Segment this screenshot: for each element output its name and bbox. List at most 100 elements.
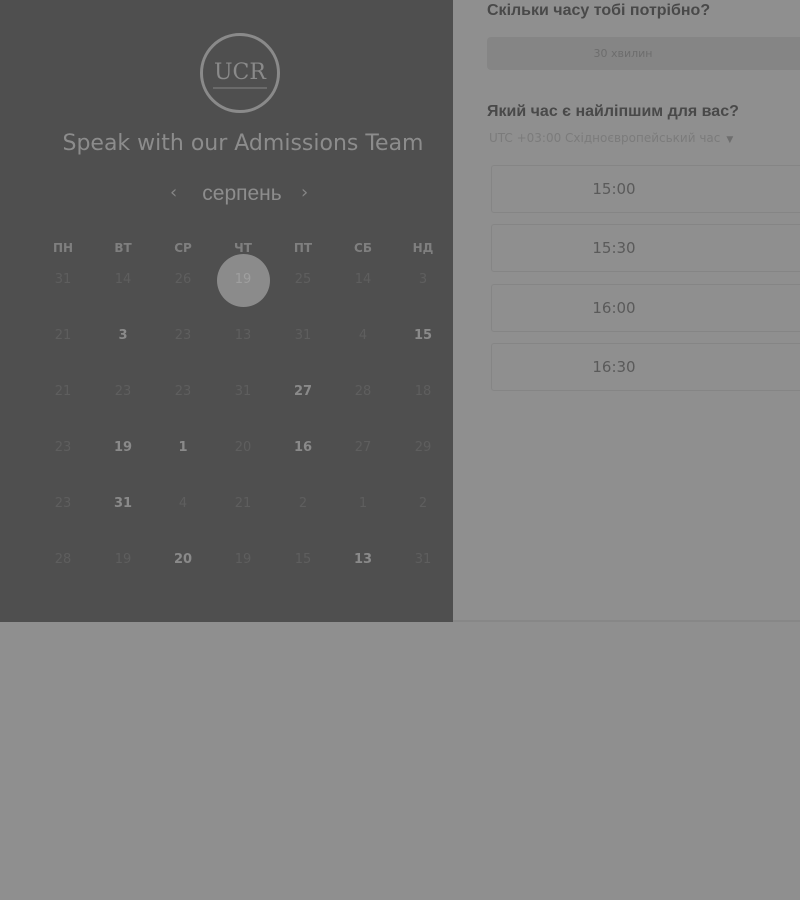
calendar-day-number: 16 — [293, 440, 313, 455]
time-slot-button[interactable]: 16:30 — [491, 343, 800, 391]
calendar-day-number: 31 — [234, 384, 252, 399]
calendar-day: 31 — [213, 364, 273, 420]
calendar-day[interactable]: 13 — [333, 532, 393, 588]
calendar-day-number: 15 — [413, 328, 433, 343]
booking-page: UCR Speak with our Admissions Team ‹ сер… — [0, 0, 800, 900]
calendar-day-number: 4 — [358, 328, 368, 343]
calendar-day: 2 — [393, 476, 453, 532]
calendar-day[interactable]: 15 — [393, 308, 453, 364]
calendar-day-number: 2 — [298, 496, 308, 511]
duration-question: Скільки часу тобі потрібно? — [487, 2, 711, 19]
calendar-day-number: 31 — [113, 496, 133, 511]
calendar-day: 28 — [33, 532, 93, 588]
time-slot-label: 16:30 — [592, 358, 636, 376]
calendar-day-number: 23 — [54, 440, 72, 455]
calendar-day-number: 27 — [354, 440, 372, 455]
time-slot-label: 15:30 — [592, 239, 636, 257]
calendar-day-number: 13 — [353, 552, 373, 567]
time-slot-button[interactable]: 16:00 — [491, 284, 800, 332]
calendar-day: 14 — [333, 252, 393, 308]
timezone-label: UTC +03:00 Східноєвропейський час — [489, 131, 721, 145]
calendar-day-number: 13 — [234, 328, 252, 343]
calendar-day-number: 25 — [294, 272, 312, 287]
calendar-day-number: 29 — [414, 440, 432, 455]
duration-label: 30 хвилин — [593, 47, 653, 60]
calendar-day: 25 — [273, 252, 333, 308]
calendar-day: 13 — [213, 308, 273, 364]
month-navigation: ‹ серпень › — [0, 180, 486, 208]
calendar-day-number: 2 — [418, 496, 428, 511]
calendar-day-number: 23 — [114, 384, 132, 399]
chevron-left-icon[interactable]: ‹ — [170, 182, 177, 203]
calendar-day-number: 23 — [54, 496, 72, 511]
calendar-day: 21 — [33, 308, 93, 364]
calendar-day-number: 19 — [113, 440, 133, 455]
calendar-day-number: 3 — [418, 272, 428, 287]
time-slot-button[interactable]: 15:30 — [491, 224, 800, 272]
calendar-day-number: 23 — [174, 384, 192, 399]
calendar-day: 21 — [33, 364, 93, 420]
calendar-day-number: 19 — [234, 272, 252, 287]
calendar-day-number: 31 — [294, 328, 312, 343]
calendar-day-number: 31 — [54, 272, 72, 287]
calendar-day: 14 — [93, 252, 153, 308]
calendar-day: 1 — [333, 476, 393, 532]
calendar-day: 29 — [393, 420, 453, 476]
calendar-day: 26 — [153, 252, 213, 308]
calendar-day-number: 20 — [173, 552, 193, 567]
calendar-day: 23 — [153, 364, 213, 420]
calendar-day: 19 — [93, 532, 153, 588]
time-slot-button[interactable]: 15:00 — [491, 165, 800, 213]
calendar-day: 19 — [213, 532, 273, 588]
calendar-day[interactable]: 20 — [153, 532, 213, 588]
calendar-day: 3 — [393, 252, 453, 308]
calendar-day: 4 — [153, 476, 213, 532]
calendar-day: 23 — [33, 476, 93, 532]
time-slot-label: 15:00 — [592, 180, 636, 198]
calendar-day: 23 — [33, 420, 93, 476]
calendar-day: 31 — [393, 532, 453, 588]
calendar-day-number: 1 — [178, 440, 188, 455]
calendar-day: 27 — [333, 420, 393, 476]
calendar-day[interactable]: 31 — [93, 476, 153, 532]
calendar-day-number: 26 — [174, 272, 192, 287]
time-selection-panel: Скільки часу тобі потрібно? 30 хвилин Як… — [453, 0, 800, 622]
ucr-logo: UCR — [200, 33, 280, 113]
caret-down-icon: ▼ — [726, 135, 734, 145]
calendar-day: 28 — [333, 364, 393, 420]
timezone-selector[interactable]: UTC +03:00 Східноєвропейський час ▼ — [489, 131, 733, 145]
chevron-right-icon[interactable]: › — [301, 182, 308, 203]
calendar-day-number: 3 — [118, 328, 128, 343]
duration-button[interactable]: 30 хвилин — [487, 37, 800, 70]
calendar-day-number: 4 — [178, 496, 188, 511]
calendar-day: 31 — [273, 308, 333, 364]
calendar-day-number: 14 — [114, 272, 132, 287]
calendar-day-selected[interactable]: 19 — [213, 252, 273, 308]
calendar-day: 23 — [93, 364, 153, 420]
calendar-day-number: 20 — [234, 440, 252, 455]
calendar-day[interactable]: 19 — [93, 420, 153, 476]
calendar-day[interactable]: 3 — [93, 308, 153, 364]
calendar-day-number: 28 — [54, 552, 72, 567]
calendar-day: 31 — [33, 252, 93, 308]
calendar-day-number: 21 — [54, 384, 72, 399]
calendar-day-number: 21 — [54, 328, 72, 343]
calendar-day-number: 27 — [293, 384, 313, 399]
calendar-day[interactable]: 1 — [153, 420, 213, 476]
logo-underline — [213, 87, 267, 89]
calendar-day-number: 19 — [234, 552, 252, 567]
calendar-day-number: 31 — [414, 552, 432, 567]
page-title: Speak with our Admissions Team — [62, 131, 424, 156]
calendar-day-number: 1 — [358, 496, 368, 511]
calendar-day[interactable]: 27 — [273, 364, 333, 420]
calendar-day-number: 23 — [174, 328, 192, 343]
calendar-day-number: 15 — [294, 552, 312, 567]
calendar-day: 23 — [153, 308, 213, 364]
logo-text: UCR — [214, 60, 266, 85]
calendar-day: 20 — [213, 420, 273, 476]
calendar-day: 4 — [333, 308, 393, 364]
time-slot-label: 16:00 — [592, 299, 636, 317]
calendar-day[interactable]: 16 — [273, 420, 333, 476]
calendar-panel: UCR Speak with our Admissions Team ‹ сер… — [0, 0, 453, 622]
calendar-day-number: 28 — [354, 384, 372, 399]
